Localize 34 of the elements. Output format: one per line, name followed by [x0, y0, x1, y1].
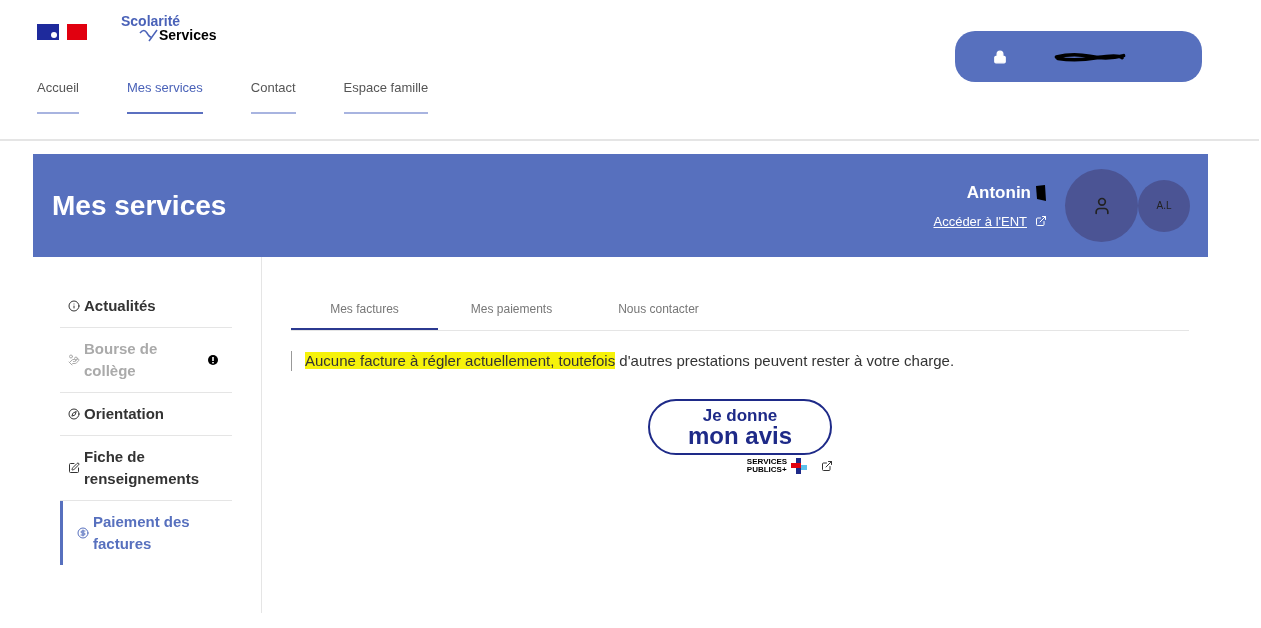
logo-text: Scolarité	[121, 14, 182, 28]
info-icon	[68, 300, 80, 312]
hand-coins-icon	[68, 354, 80, 366]
lock-icon	[992, 49, 1007, 64]
tab[interactable]: Mes factures	[291, 297, 438, 330]
logo-text: Services	[159, 28, 217, 42]
sidebar-item[interactable]: Paiement des factures	[60, 501, 232, 565]
tab[interactable]: Mes paiements	[438, 297, 585, 330]
cross-logo-icon	[791, 458, 808, 474]
flag-logo-icon	[37, 22, 89, 42]
nav-link[interactable]: Mes services	[126, 78, 203, 114]
redaction-mark	[1035, 182, 1047, 203]
wave-icon	[139, 28, 159, 42]
nav-link[interactable]: Contact	[250, 78, 296, 114]
account-button[interactable]	[955, 31, 1202, 82]
initials-avatar: A.L	[1138, 179, 1190, 232]
sidebar-item[interactable]: Fiche de renseignements	[60, 436, 232, 501]
external-link-icon	[821, 460, 834, 472]
brand-text: PUBLICS+	[746, 466, 788, 474]
page-title: Mes services	[52, 188, 227, 223]
ent-link[interactable]: Accéder à l'ENT	[933, 211, 1047, 231]
nav-link[interactable]: Accueil	[37, 78, 79, 114]
feedback-button[interactable]: Je donne mon avis	[648, 399, 832, 455]
tab[interactable]: Nous contacter	[585, 297, 732, 330]
nav-link[interactable]: Espace famille	[343, 78, 429, 114]
compass-icon	[68, 408, 80, 420]
external-link-icon	[1035, 215, 1047, 228]
brand-text: SERVICES	[746, 458, 788, 466]
coin-icon	[77, 527, 89, 539]
edit-icon	[68, 462, 80, 474]
sidebar-item[interactable]: Orientation	[60, 393, 232, 436]
notice-text: Aucune facture à régler actuellement, toutefois d'autres prestations peuvent rester à votre charge.	[305, 350, 955, 371]
user-name: Antonin	[966, 182, 1031, 204]
sidebar-item[interactable]: Actualités	[60, 285, 232, 328]
